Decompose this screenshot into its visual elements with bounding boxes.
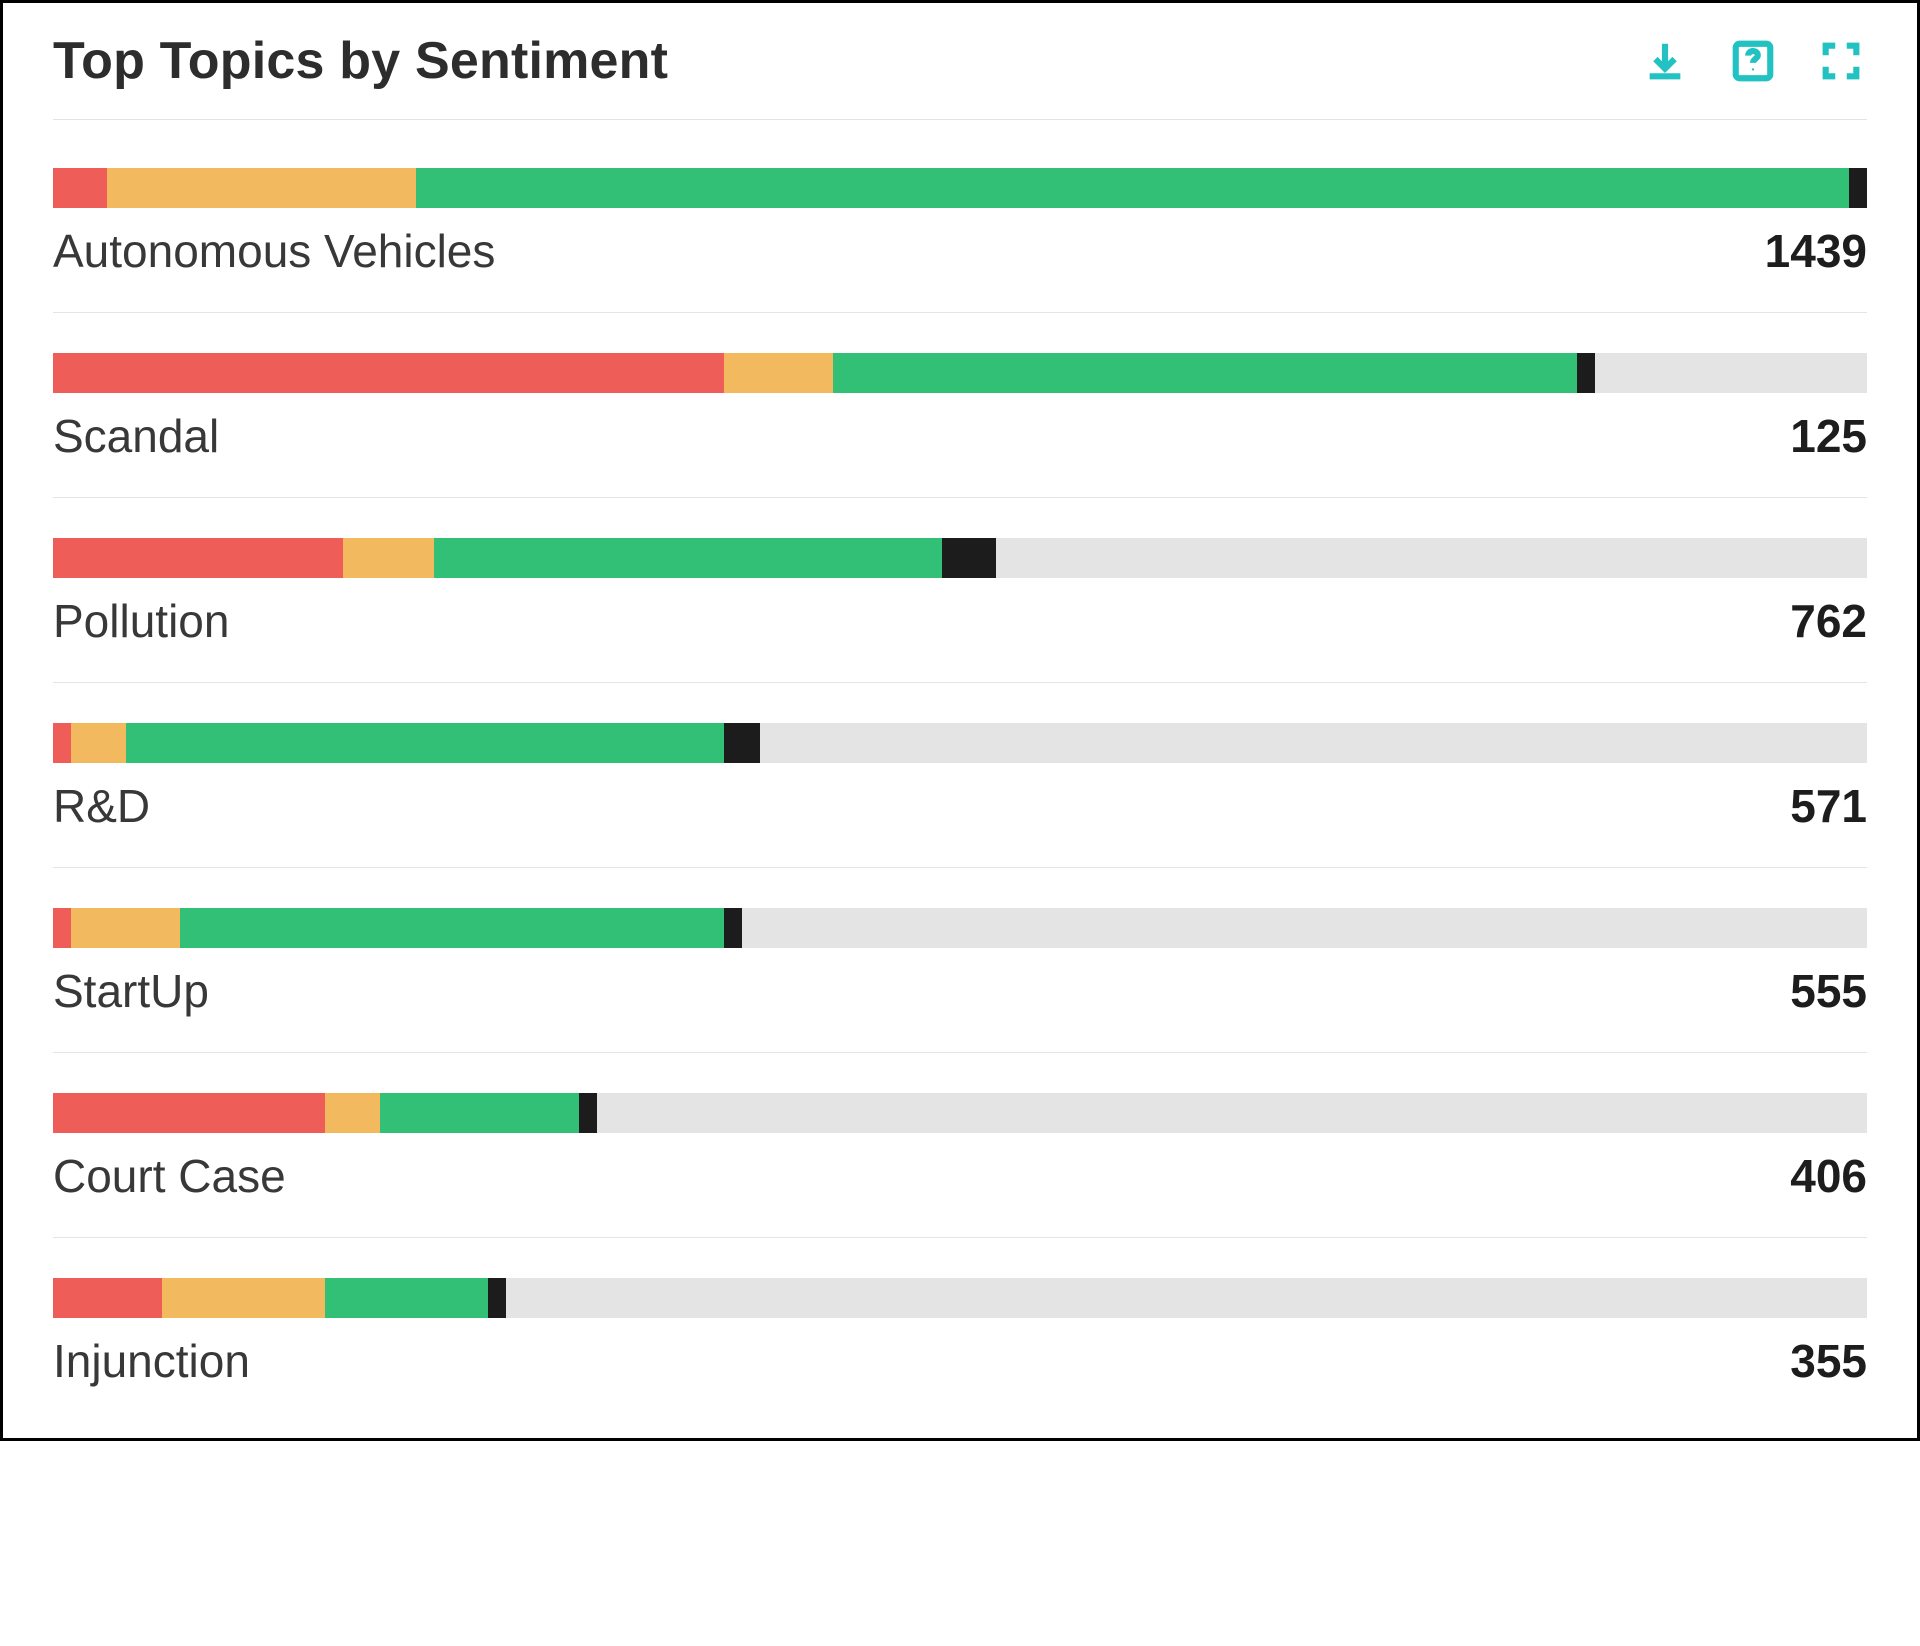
segment-negative	[53, 538, 343, 578]
topic-label: Pollution	[53, 594, 229, 648]
segment-other	[1849, 168, 1867, 208]
topic-label: Autonomous Vehicles	[53, 224, 495, 278]
topic-row[interactable]: Autonomous Vehicles 1439	[53, 128, 1867, 313]
topic-row-meta: StartUp 555	[53, 964, 1867, 1018]
topic-row-meta: Scandal 125	[53, 409, 1867, 463]
fullscreen-button[interactable]	[1815, 35, 1867, 87]
sentiment-bar	[53, 908, 1867, 948]
topic-value: 571	[1790, 779, 1867, 833]
topic-row-meta: Pollution 762	[53, 594, 1867, 648]
topic-row[interactable]: Pollution 762	[53, 498, 1867, 683]
help-button[interactable]	[1727, 35, 1779, 87]
segment-negative	[53, 353, 724, 393]
segment-positive	[416, 168, 1849, 208]
sentiment-bar	[53, 538, 1867, 578]
download-icon	[1642, 38, 1688, 84]
segment-warning	[343, 538, 434, 578]
segment-negative	[53, 1093, 325, 1133]
topic-row[interactable]: Scandal 125	[53, 313, 1867, 498]
panel-actions	[1639, 35, 1867, 87]
panel-title: Top Topics by Sentiment	[53, 31, 668, 91]
segment-warning	[71, 908, 180, 948]
topic-label: Injunction	[53, 1334, 250, 1388]
segment-other	[488, 1278, 506, 1318]
segment-positive	[833, 353, 1577, 393]
segment-other	[579, 1093, 597, 1133]
segment-warning	[107, 168, 415, 208]
topic-label: StartUp	[53, 964, 209, 1018]
expand-icon	[1818, 38, 1864, 84]
segment-positive	[126, 723, 725, 763]
segment-negative	[53, 1278, 162, 1318]
segment-negative	[53, 723, 71, 763]
topic-row[interactable]: R&D 571	[53, 683, 1867, 868]
topic-row-meta: Court Case 406	[53, 1149, 1867, 1203]
topic-label: Scandal	[53, 409, 219, 463]
segment-other	[1577, 353, 1595, 393]
topic-label: R&D	[53, 779, 150, 833]
topic-value: 125	[1790, 409, 1867, 463]
segment-negative	[53, 168, 107, 208]
topic-row[interactable]: Court Case 406	[53, 1053, 1867, 1238]
segment-positive	[434, 538, 942, 578]
segment-positive	[380, 1093, 580, 1133]
topic-value: 355	[1790, 1334, 1867, 1388]
sentiment-bar	[53, 168, 1867, 208]
topic-label: Court Case	[53, 1149, 286, 1203]
segment-warning	[71, 723, 125, 763]
panel-header: Top Topics by Sentiment	[53, 31, 1867, 120]
sentiment-bar	[53, 723, 1867, 763]
topic-row[interactable]: StartUp 555	[53, 868, 1867, 1053]
topics-sentiment-panel: Top Topics by Sentiment	[0, 0, 1920, 1441]
topic-value: 762	[1790, 594, 1867, 648]
segment-other	[942, 538, 996, 578]
segment-other	[724, 723, 760, 763]
topic-value: 555	[1790, 964, 1867, 1018]
topic-row-meta: R&D 571	[53, 779, 1867, 833]
segment-positive	[325, 1278, 488, 1318]
topic-row[interactable]: Injunction 355	[53, 1238, 1867, 1398]
sentiment-bar	[53, 1278, 1867, 1318]
sentiment-bar	[53, 1093, 1867, 1133]
sentiment-bar	[53, 353, 1867, 393]
topic-value: 406	[1790, 1149, 1867, 1203]
topic-value: 1439	[1765, 224, 1867, 278]
segment-warning	[325, 1093, 379, 1133]
segment-other	[724, 908, 742, 948]
help-icon	[1730, 38, 1776, 84]
segment-negative	[53, 908, 71, 948]
topic-row-meta: Injunction 355	[53, 1334, 1867, 1388]
topic-rows: Autonomous Vehicles 1439 Scandal 125 Polluti…	[53, 128, 1867, 1398]
download-button[interactable]	[1639, 35, 1691, 87]
segment-warning	[162, 1278, 325, 1318]
segment-positive	[180, 908, 724, 948]
segment-warning	[724, 353, 833, 393]
topic-row-meta: Autonomous Vehicles 1439	[53, 224, 1867, 278]
